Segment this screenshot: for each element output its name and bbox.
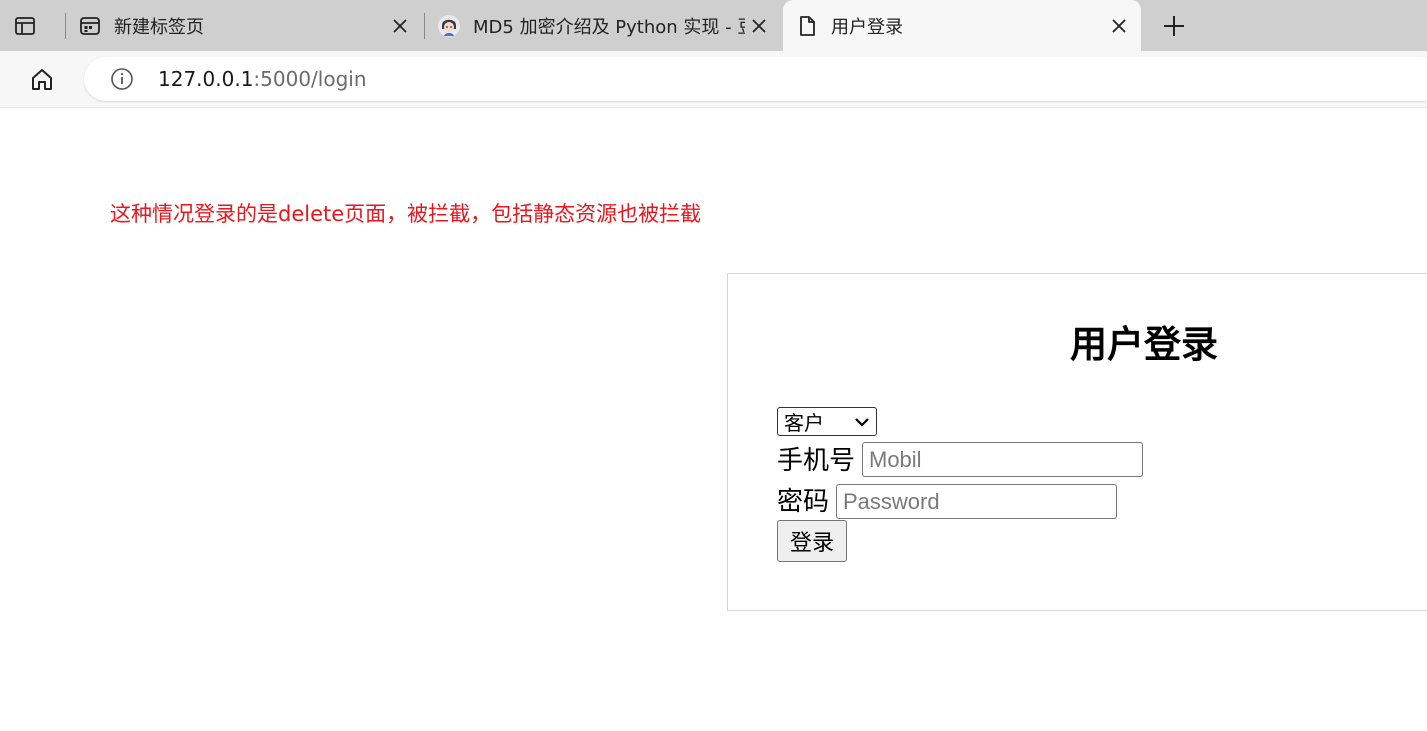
- tab-actions-icon: [15, 16, 35, 35]
- browser-toolbar: 127.0.0.1:5000/login: [0, 51, 1427, 108]
- tab-actions-button[interactable]: [0, 0, 50, 51]
- url-host: 127.0.0.1: [158, 67, 254, 91]
- tab-strip: 新建标签页 MD5 加密介绍及 Python 实现 - 豆 用户登录: [0, 0, 1427, 51]
- role-select-value: 客户: [784, 411, 824, 435]
- login-button[interactable]: 登录: [777, 520, 847, 562]
- close-tab-icon[interactable]: [745, 12, 773, 40]
- tab-user-login[interactable]: 用户登录: [783, 0, 1141, 51]
- tab-title: MD5 加密介绍及 Python 实现 - 豆: [473, 16, 745, 38]
- tab-title: 用户登录: [831, 16, 903, 38]
- close-tab-icon[interactable]: [1105, 12, 1133, 40]
- phone-label: 手机号: [777, 446, 856, 476]
- phone-input[interactable]: [862, 442, 1143, 477]
- site-info-icon[interactable]: [110, 67, 134, 91]
- url-text[interactable]: 127.0.0.1:5000/login: [158, 67, 367, 91]
- new-tab-page-icon: [78, 14, 102, 38]
- login-form: 用户登录 客户 手机号 密码 登录: [727, 273, 1427, 611]
- login-title: 用户登录: [1070, 323, 1218, 366]
- home-button[interactable]: [26, 65, 58, 95]
- chevron-down-icon: [855, 418, 869, 427]
- address-bar[interactable]: 127.0.0.1:5000/login: [84, 57, 1427, 101]
- new-tab-button[interactable]: [1158, 11, 1190, 41]
- home-icon: [32, 69, 52, 90]
- avatar-icon: [437, 14, 461, 38]
- close-tab-icon[interactable]: [386, 12, 414, 40]
- note-text: 这种情况登录的是delete页面，被拦截，包括静态资源也被拦截: [110, 202, 702, 226]
- role-select[interactable]: 客户: [777, 407, 877, 436]
- tab-title: 新建标签页: [114, 16, 204, 38]
- plus-icon: [1164, 16, 1184, 36]
- password-input[interactable]: [836, 484, 1117, 519]
- document-icon: [795, 14, 819, 38]
- tab-new-tab[interactable]: 新建标签页: [66, 0, 422, 51]
- url-path: :5000/login: [253, 67, 367, 91]
- tab-md5-article[interactable]: MD5 加密介绍及 Python 实现 - 豆: [425, 0, 781, 51]
- password-label: 密码: [777, 487, 830, 517]
